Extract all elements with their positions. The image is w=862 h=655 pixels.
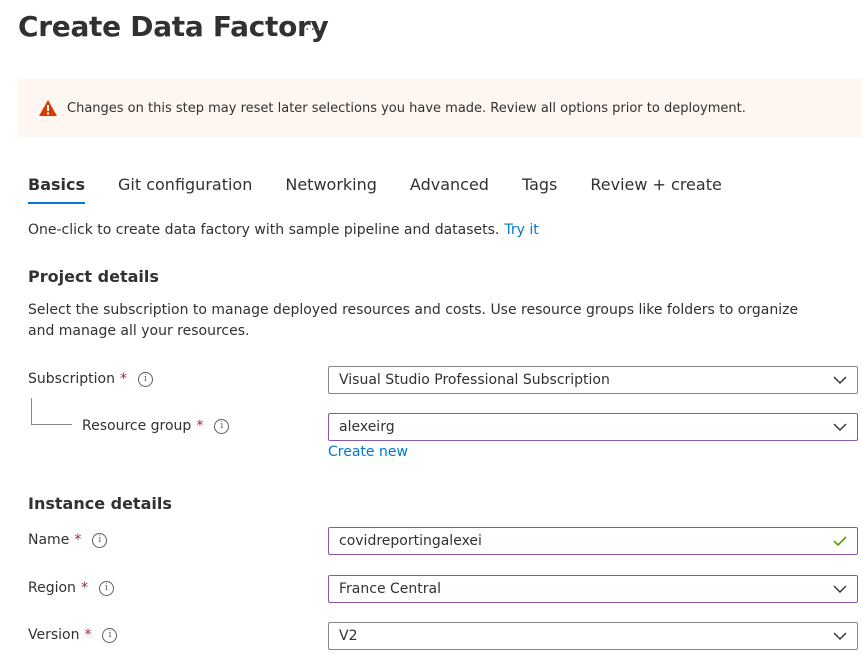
project-details-description: Select the subscription to manage deploy… (28, 302, 799, 339)
tree-connector (31, 398, 72, 425)
required-marker: * (196, 418, 204, 434)
page-title: Create Data Factory (18, 10, 329, 43)
create-new-link[interactable]: Create new (328, 444, 408, 460)
info-icon[interactable]: i (92, 532, 108, 548)
info-icon[interactable]: i (214, 418, 230, 434)
tab-basics[interactable]: Basics (28, 174, 86, 204)
version-value: V2 (339, 628, 358, 644)
tab-bar: Basics Git configuration Networking Adva… (28, 174, 755, 206)
required-marker: * (74, 532, 82, 548)
region-value: France Central (339, 581, 441, 597)
tab-networking[interactable]: Networking (285, 174, 377, 204)
subscription-dropdown[interactable]: Visual Studio Professional Subscription (328, 366, 858, 394)
instance-details-heading: Instance details (28, 494, 172, 513)
tab-git-configuration[interactable]: Git configuration (118, 174, 252, 204)
subscription-label-text: Subscription (28, 371, 115, 387)
name-label-text: Name (28, 532, 70, 548)
tab-tags[interactable]: Tags (522, 174, 557, 204)
version-label: Version * i (28, 627, 118, 643)
resource-group-value: alexeirg (339, 419, 395, 435)
more-options-icon[interactable]: ··· (305, 22, 321, 38)
info-icon[interactable]: i (98, 580, 114, 596)
resource-group-label: Resource group * i (82, 418, 230, 434)
resource-group-label-text: Resource group (82, 418, 192, 434)
info-icon[interactable]: i (138, 371, 153, 387)
region-label-text: Region (28, 580, 76, 596)
chevron-down-icon (833, 632, 847, 640)
chevron-down-icon (833, 376, 847, 384)
chevron-down-icon (833, 585, 847, 593)
name-label: Name * i (28, 532, 108, 548)
info-icon[interactable]: i (102, 627, 118, 643)
tab-review-create[interactable]: Review + create (590, 174, 721, 204)
intro-text: One-click to create data factory with sa… (28, 222, 539, 238)
subscription-value: Visual Studio Professional Subscription (339, 372, 610, 388)
name-value: covidreportingalexei (339, 533, 482, 549)
required-marker: * (80, 580, 88, 596)
warning-icon (39, 100, 57, 116)
chevron-down-icon (833, 423, 847, 431)
required-marker: * (120, 371, 127, 387)
warning-text: Changes on this step may reset later sel… (67, 100, 746, 116)
region-label: Region * i (28, 580, 114, 596)
warning-banner: Changes on this step may reset later sel… (18, 79, 862, 137)
intro-message: One-click to create data factory with sa… (28, 222, 500, 238)
version-label-text: Version (28, 627, 80, 643)
tab-advanced[interactable]: Advanced (410, 174, 489, 204)
region-dropdown[interactable]: France Central (328, 575, 858, 603)
required-marker: * (84, 627, 92, 643)
name-input[interactable]: covidreportingalexei (328, 527, 858, 555)
checkmark-icon (833, 536, 847, 546)
version-dropdown[interactable]: V2 (328, 622, 858, 650)
subscription-label: Subscription * i (28, 371, 153, 387)
resource-group-dropdown[interactable]: alexeirg (328, 413, 858, 441)
project-details-heading: Project details (28, 267, 159, 286)
try-it-link[interactable]: Try it (504, 222, 538, 238)
